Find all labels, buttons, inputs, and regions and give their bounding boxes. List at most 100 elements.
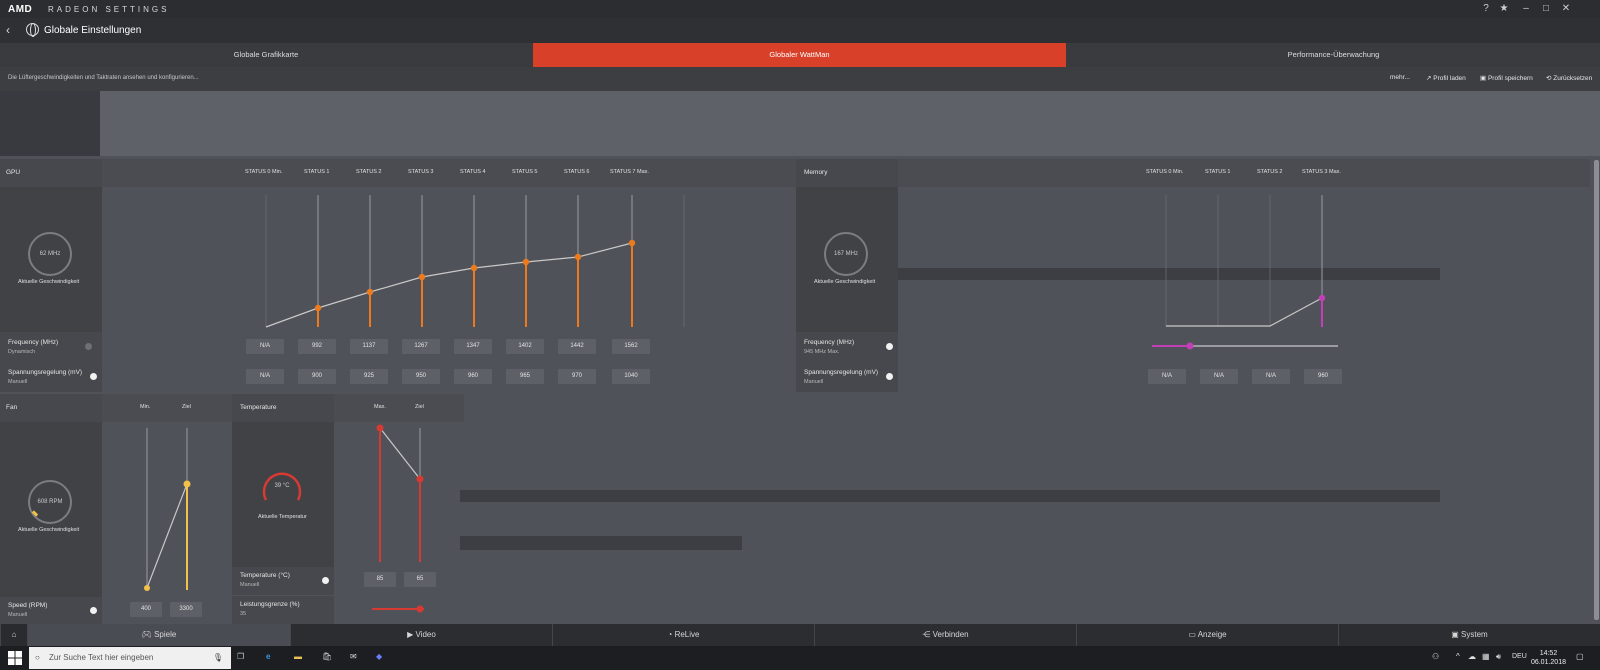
temperature-mode: Manuell (240, 582, 260, 588)
gpu-volt-7[interactable]: 1040 (612, 369, 650, 384)
gpu-freq-6[interactable]: 1442 (558, 339, 596, 354)
gpu-voltage-mode: Manuell (8, 379, 28, 385)
fan-speed-toggle[interactable] (90, 607, 97, 614)
store-icon[interactable]: 🛍︎ (322, 652, 332, 661)
gpu-volt-6[interactable]: 970 (558, 369, 596, 384)
gpu-volt-1[interactable]: 900 (298, 369, 336, 384)
star-icon[interactable]: ★ (1498, 3, 1510, 15)
file-explorer-icon[interactable]: ▬ (294, 652, 302, 661)
language-indicator[interactable]: DEU (1512, 653, 1527, 660)
fan-speed-min[interactable]: 400 (130, 602, 162, 617)
gpu-volt-4[interactable]: 960 (454, 369, 492, 384)
vertical-scrollbar[interactable] (1594, 160, 1599, 620)
gpu-frequency-row: Frequency (MHz) Dynamisch (0, 332, 102, 362)
gpu-volt-5[interactable]: 965 (506, 369, 544, 384)
memory-section-title: Memory (804, 169, 828, 176)
radeon-app-icon[interactable]: ◆ (376, 652, 382, 661)
back-button[interactable]: ‹ (6, 23, 18, 37)
windows-start-icon[interactable] (8, 651, 22, 665)
fan-header: Fan (0, 394, 102, 422)
tab-performance-monitoring[interactable]: Performance-Überwachung (1067, 43, 1600, 67)
memory-slider-handle (1186, 342, 1194, 350)
home-button[interactable]: ⌂ (0, 624, 27, 646)
gpu-point-2 (366, 288, 374, 296)
power-limit-slider[interactable] (368, 604, 428, 614)
clock[interactable]: 14:52 06.01.2018 (1531, 649, 1566, 667)
nav-video-label: Video (415, 630, 436, 639)
fan-speed-target[interactable]: 3300 (170, 602, 202, 617)
people-icon[interactable]: ⚇ (1432, 652, 1439, 661)
fan-speed-value: 608 RPM (37, 499, 63, 505)
memory-volt-2[interactable]: N/A (1252, 369, 1290, 384)
tab-global-graphics[interactable]: Globale Grafikkarte (0, 43, 532, 67)
fan-speed-row-label: Speed (RPM) (8, 602, 48, 609)
onedrive-icon[interactable]: ☁ (1468, 652, 1476, 661)
memory-frequency-toggle[interactable] (886, 343, 893, 350)
tab-bar: Globale Grafikkarte Globaler WattMan Per… (0, 43, 1600, 67)
monitor-icon: ▭ (1188, 630, 1198, 639)
tab-global-wattman[interactable]: Globaler WattMan (533, 43, 1066, 67)
save-profile-label: Profil speichern (1487, 75, 1533, 82)
gpu-volt-3[interactable]: 950 (402, 369, 440, 384)
gpu-volt-2[interactable]: 925 (350, 369, 388, 384)
help-icon[interactable]: ? (1480, 3, 1492, 15)
temperature-toggle[interactable] (322, 577, 329, 584)
nav-system[interactable]: ▣ System (1338, 624, 1600, 646)
save-icon: ▣ (1480, 75, 1488, 82)
task-view-icon[interactable]: ❐ (237, 652, 244, 661)
temperature-target-value[interactable]: 65 (404, 572, 436, 587)
nav-games[interactable]: 🎮︎ Spiele (27, 624, 290, 646)
network-icon[interactable]: ▦ (1482, 652, 1490, 661)
nav-display[interactable]: ▭ Anzeige (1076, 624, 1338, 646)
maximize-button[interactable]: □ (1540, 3, 1552, 15)
gpu-volt-0[interactable]: N/A (246, 369, 284, 384)
temperature-col-max: Max. (374, 404, 386, 410)
search-icon: ○ (35, 653, 40, 662)
minimize-button[interactable]: – (1520, 3, 1532, 15)
close-button[interactable]: ✕ (1560, 3, 1572, 15)
temperature-target-point (416, 475, 424, 483)
temperature-section-title: Temperature (240, 404, 277, 411)
temperature-max-value[interactable]: 85 (364, 572, 396, 587)
more-link[interactable]: mehr... (1390, 74, 1410, 81)
memory-voltage-toggle[interactable] (886, 373, 893, 380)
title-bar: AMD RADEON SETTINGS ? ★ – □ ✕ (0, 0, 1600, 18)
gpu-freq-2[interactable]: 1137 (350, 339, 388, 354)
gpu-freq-7[interactable]: 1562 (612, 339, 650, 354)
notifications-icon[interactable]: ▢ (1576, 652, 1584, 661)
gpu-freq-4[interactable]: 1347 (454, 339, 492, 354)
tray-chevron-icon[interactable]: ^ (1456, 652, 1460, 661)
nav-video[interactable]: ▶ Video (290, 624, 552, 646)
memory-volt-0[interactable]: N/A (1148, 369, 1186, 384)
memory-volt-1[interactable]: N/A (1200, 369, 1238, 384)
gpu-frequency-mode: Dynamisch (8, 349, 36, 355)
gpu-speed-label: Aktuelle Geschwindigkeit (18, 279, 80, 285)
edge-icon[interactable]: e (266, 652, 270, 661)
gpu-freq-3[interactable]: 1267 (402, 339, 440, 354)
save-profile-button[interactable]: ▣ Profil speichern (1480, 74, 1533, 82)
blurred-background (0, 91, 1600, 156)
mail-icon[interactable]: ✉ (350, 652, 357, 661)
gpu-voltage-toggle[interactable] (90, 373, 97, 380)
gamepad-icon: 🎮︎ (141, 630, 155, 639)
gpu-state-2: STATUS 2 (356, 169, 382, 175)
memory-volt-3[interactable]: 960 (1304, 369, 1342, 384)
fan-gauge-panel: 608 RPM Aktuelle Geschwindigkeit (0, 422, 102, 597)
fan-curve-line (146, 483, 188, 589)
reset-button[interactable]: ⟲ Zurücksetzen (1546, 74, 1592, 82)
temperature-col-target: Ziel (415, 404, 424, 410)
nav-connect[interactable]: ⋲ Verbinden (814, 624, 1076, 646)
gpu-frequency-toggle[interactable] (85, 343, 92, 350)
taskbar-search-input[interactable]: ○ Zur Suche Text hier eingeben 🎙︎ (29, 647, 231, 669)
memory-frequency-slider[interactable] (1148, 340, 1340, 352)
volume-icon[interactable]: 🔊︎ (1496, 652, 1501, 662)
gpu-freq-0[interactable]: N/A (246, 339, 284, 354)
share-icon: ⋲ (922, 630, 933, 639)
home-icon: ⌂ (11, 630, 17, 639)
nav-relive[interactable]: ◔ ReLive (552, 624, 814, 646)
microphone-icon[interactable]: 🎙︎ (213, 647, 223, 669)
gpu-freq-5[interactable]: 1402 (506, 339, 544, 354)
gpu-freq-1[interactable]: 992 (298, 339, 336, 354)
load-profile-button[interactable]: ↗ Profil laden (1426, 74, 1466, 82)
fan-speed-mode: Manuell (8, 612, 28, 618)
